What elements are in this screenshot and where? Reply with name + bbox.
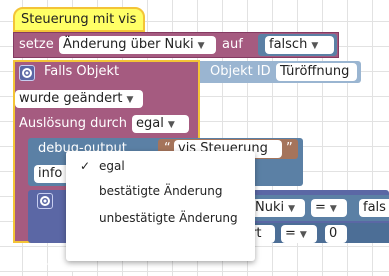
compare-block-2[interactable]: Nuki ▼ = ▼ fals (245, 195, 389, 221)
event-value: wurde geändert (19, 91, 123, 106)
gear-icon[interactable] (37, 193, 53, 209)
nuki-field[interactable]: Nuki ▼ (251, 199, 305, 217)
boolean-value: falsch (269, 37, 308, 52)
object-id-label: Objekt ID (210, 64, 271, 79)
chevron-down-icon: ▼ (126, 95, 134, 105)
object-id-value: Türöffnung (280, 64, 350, 79)
partial-value: fals (363, 200, 386, 215)
boolean-dropdown[interactable]: falsch ▼ (265, 36, 334, 54)
menu-item-unconfirmed[interactable]: unbestätigte Änderung (66, 206, 255, 230)
menu-item-egal[interactable]: ✓ egal (66, 154, 255, 178)
menu-item-confirmed[interactable]: bestätigte Änderung (66, 179, 255, 203)
nuki-value: Nuki (255, 200, 285, 215)
checkmark-icon: ✓ (80, 159, 91, 173)
menu-item-label: bestätigte Änderung (99, 184, 223, 198)
level-value: info (38, 166, 63, 181)
chevron-down-icon: ▼ (288, 204, 296, 214)
variable-dropdown[interactable]: Änderung über Nuki ▼ (59, 36, 216, 54)
level-dropdown[interactable]: info (34, 165, 70, 183)
event-dropdown[interactable]: wurde geändert ▼ (15, 90, 143, 108)
hat-label: Steuerung mit vis (21, 12, 137, 27)
compare-block[interactable]: Wert =▼ 0 (227, 223, 389, 243)
variable-name: Änderung über Nuki (63, 37, 194, 52)
trigger-label: Auslösung durch (19, 116, 128, 131)
trigger-dropdown-menu: ✓ egal bestätigte Änderung unbestätigte … (66, 151, 255, 261)
chevron-down-icon: ▼ (299, 230, 307, 240)
set-variable-block[interactable]: setze Änderung über Nuki ▼ auf falsch ▼ (13, 32, 339, 58)
number-value: 0 (329, 226, 338, 241)
operator-value-2: = (315, 200, 326, 215)
boolean-block[interactable]: falsch ▼ (258, 34, 337, 56)
gear-icon[interactable] (19, 65, 35, 81)
object-id-block[interactable]: Objekt ID Türöffnung (189, 61, 361, 83)
menu-item-label: unbestätigte Änderung (99, 211, 238, 225)
hat-block[interactable]: Steuerung mit vis (13, 7, 145, 32)
to-label: auf (222, 37, 243, 52)
trigger-dropdown[interactable]: egal ▼ (132, 115, 189, 133)
number-field[interactable]: 0 (325, 225, 347, 243)
trigger-value: egal (136, 116, 164, 131)
close-quote-icon: ” (286, 141, 293, 156)
operator-dropdown-2[interactable]: = ▼ (311, 199, 347, 217)
operator-value: = (285, 226, 296, 241)
chevron-down-icon: ▼ (329, 204, 337, 214)
chevron-down-icon: ▼ (197, 41, 205, 51)
partial-field[interactable]: fals (359, 199, 389, 217)
chevron-down-icon: ▼ (167, 120, 175, 130)
do-label: mache (43, 260, 88, 275)
operator-dropdown[interactable]: = ▼ (281, 225, 317, 243)
object-id-field[interactable]: Türöffnung (276, 63, 357, 81)
chevron-down-icon: ▼ (311, 41, 319, 51)
if-object-label: Falls Objekt (44, 64, 120, 79)
menu-item-label: egal (99, 159, 125, 173)
set-label: setze (19, 37, 54, 52)
